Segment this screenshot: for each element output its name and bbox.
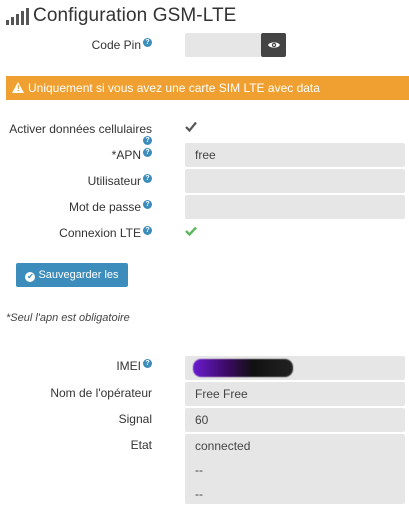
page-title: Configuration GSM-LTE: [33, 5, 237, 26]
user-label: Utilisateur?: [6, 174, 152, 188]
help-icon[interactable]: ?: [143, 136, 152, 145]
state-field: connected -- --: [185, 434, 405, 504]
state-line: --: [195, 487, 203, 501]
signal-field: 60: [185, 408, 405, 432]
operator-field: Free Free: [185, 382, 405, 406]
password-input[interactable]: [185, 195, 405, 219]
apn-label: *APN?: [6, 148, 152, 162]
help-icon[interactable]: ?: [143, 38, 152, 47]
lte-status: [185, 225, 197, 239]
help-icon[interactable]: ?: [143, 226, 152, 235]
help-icon[interactable]: ?: [143, 148, 152, 157]
state-line: --: [195, 463, 203, 477]
required-note: *Seul l'apn est obligatoire: [6, 312, 130, 324]
imei-redaction: [193, 359, 293, 377]
save-apn-button[interactable]: ✔ Sauvegarder les APN: [16, 263, 128, 305]
cellular-data-label: Activer données cellulaires?: [9, 122, 152, 145]
code-pin-input[interactable]: [185, 33, 261, 57]
operator-label: Nom de l'opérateur: [50, 386, 152, 400]
show-pin-button[interactable]: [261, 33, 286, 57]
warning-icon: !: [12, 82, 24, 93]
check-icon: [185, 121, 197, 133]
lte-warning-banner: ! Uniquement si vous avez une carte SIM L…: [6, 76, 409, 100]
code-pin-label: Code Pin?: [6, 38, 152, 52]
lte-connection-label: Connexion LTE?: [6, 226, 152, 240]
imei-label: IMEI?: [6, 359, 152, 373]
eye-icon: [267, 42, 280, 48]
check-circle-icon: ✔: [25, 272, 36, 282]
apn-input[interactable]: free: [185, 143, 405, 167]
page-header: Configuration GSM-LTE: [6, 3, 236, 29]
password-label: Mot de passe?: [6, 200, 152, 214]
cellular-data-checkbox[interactable]: [185, 120, 197, 135]
user-input[interactable]: [185, 169, 405, 193]
help-icon[interactable]: ?: [143, 174, 152, 183]
check-icon: [185, 226, 197, 237]
help-icon[interactable]: ?: [143, 200, 152, 209]
signal-bars-icon: [6, 7, 29, 25]
help-icon[interactable]: ?: [143, 359, 152, 368]
state-label: Etat: [130, 438, 152, 452]
state-line: connected: [195, 439, 251, 453]
signal-label: Signal: [118, 412, 152, 426]
